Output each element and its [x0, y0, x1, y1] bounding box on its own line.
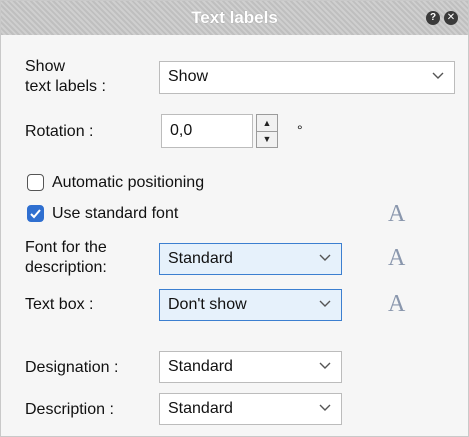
font-description-icon[interactable]: A: [388, 245, 405, 272]
rotation-input[interactable]: 0,0: [161, 114, 253, 148]
close-icon[interactable]: ✕: [444, 11, 458, 25]
description-label: Description :: [25, 401, 114, 418]
text-box-value: Don't show: [168, 296, 247, 313]
font-sample-icon[interactable]: A: [388, 201, 405, 228]
auto-positioning-checkbox[interactable]: [27, 174, 44, 191]
standard-font-checkbox[interactable]: [27, 205, 44, 222]
spin-down-icon[interactable]: ▼: [257, 131, 277, 147]
show-labels-label-line1: Show: [25, 58, 66, 75]
font-description-label-line1: Font for the: [25, 239, 107, 256]
show-labels-label: Show text labels :: [25, 57, 106, 97]
description-value: Standard: [168, 400, 233, 417]
rotation-unit: °: [297, 122, 303, 138]
chevron-down-icon: [319, 254, 331, 261]
standard-font-label: Use standard font: [52, 205, 179, 222]
designation-select[interactable]: Standard: [159, 351, 342, 383]
text-box-font-icon[interactable]: A: [388, 291, 405, 318]
font-description-label-line2: description:: [25, 259, 107, 276]
font-description-select[interactable]: Standard: [159, 243, 342, 275]
checkmark-icon: [30, 209, 41, 219]
text-box-label: Text box :: [25, 296, 94, 313]
description-select[interactable]: Standard: [159, 393, 342, 425]
show-labels-value: Show: [168, 68, 209, 85]
designation-value: Standard: [168, 358, 233, 375]
window-title: Text labels: [191, 8, 278, 27]
chevron-down-icon: [319, 404, 331, 411]
chevron-down-icon: [319, 362, 331, 369]
chevron-down-icon: [319, 300, 331, 307]
title-bar[interactable]: Text labels ? ✕: [1, 1, 468, 35]
show-labels-label-line2: text labels :: [25, 78, 106, 95]
auto-positioning-label: Automatic positioning: [52, 174, 205, 191]
text-box-select[interactable]: Don't show: [159, 289, 342, 321]
rotation-label: Rotation :: [25, 123, 94, 140]
font-description-value: Standard: [168, 250, 233, 267]
chevron-down-icon: [432, 72, 444, 79]
show-labels-select[interactable]: Show: [159, 61, 455, 94]
rotation-value: 0,0: [170, 122, 193, 139]
rotation-spinner[interactable]: ▲ ▼: [256, 114, 278, 148]
font-description-label: Font for the description:: [25, 238, 107, 278]
help-icon[interactable]: ?: [426, 11, 440, 25]
text-labels-panel: Text labels ? ✕ Show text labels : Show …: [0, 0, 469, 437]
designation-label: Designation :: [25, 359, 119, 376]
spin-up-icon[interactable]: ▲: [257, 115, 277, 132]
